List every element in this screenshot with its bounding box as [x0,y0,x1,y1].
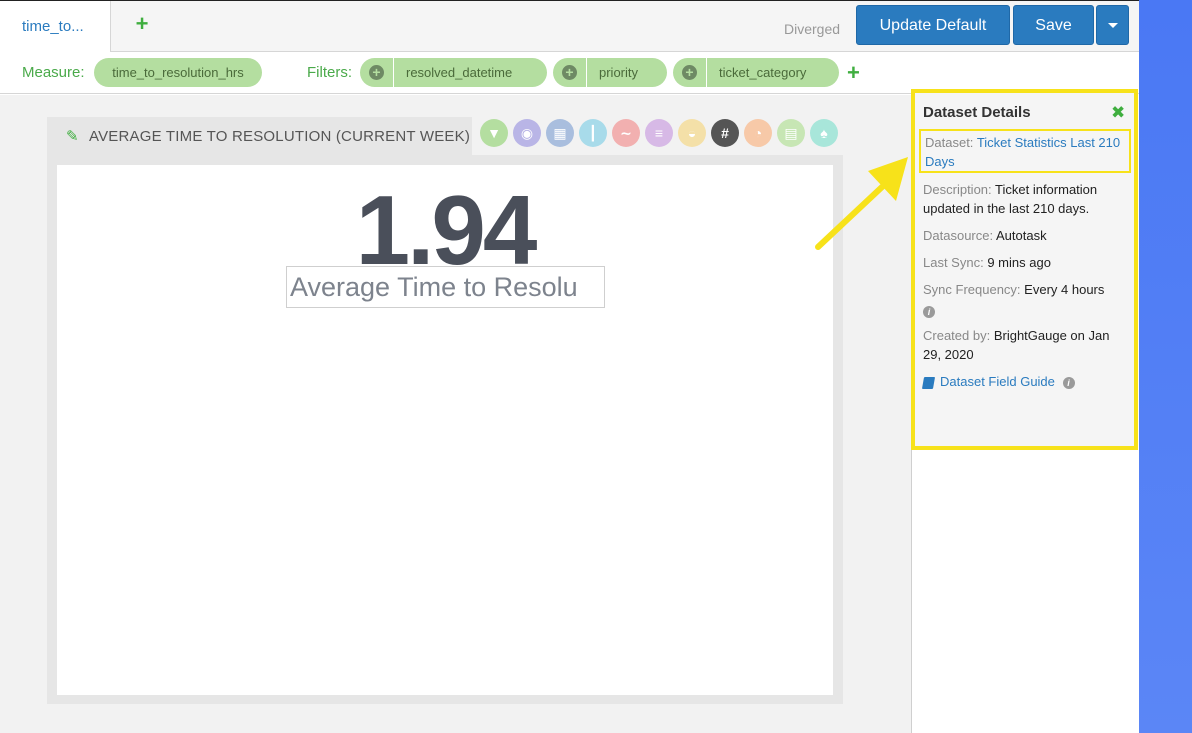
info-icon[interactable]: i [1062,376,1075,389]
pencil-icon[interactable]: ✎ [66,117,79,157]
dataset-details-title: Dataset Details [923,104,1031,121]
filter-pill-priority[interactable]: + priority [553,58,667,87]
save-button[interactable]: Save [1013,5,1094,45]
update-default-button[interactable]: Update Default [856,5,1010,45]
widget-title: AVERAGE TIME TO RESOLUTION (CURRENT WEEK… [89,128,471,145]
filter-pill-label: resolved_datetime [406,65,513,80]
widget-canvas: ✎ AVERAGE TIME TO RESOLUTION (CURRENT WE… [0,95,912,733]
camera-viz-icon[interactable]: ◉ [513,119,541,147]
filter-add-icon[interactable]: + [553,58,587,87]
widget-title-tab[interactable]: ✎ AVERAGE TIME TO RESOLUTION (CURRENT WE… [47,117,472,157]
diverged-status: Diverged [784,21,841,37]
list-viz-icon[interactable]: ≡ [645,119,673,147]
close-icon[interactable]: ✖ [1111,104,1125,121]
sync-frequency-value: Every 4 hours [1024,282,1105,297]
description-row: Description: Ticket information updated … [923,180,1129,218]
last-sync-row: Last Sync: 9 mins ago [923,253,1129,272]
tab-time-to-resolution[interactable]: time_to... [0,1,111,52]
info-icon[interactable]: i [923,305,935,318]
bar-viz-icon[interactable]: ┃ [579,119,607,147]
caret-down-icon [1107,23,1118,29]
highlight-arrow [815,157,908,250]
add-tab-icon[interactable]: + [133,13,151,35]
app-window: time_to... + Diverged Update Default Sav… [0,0,1139,733]
last-sync-key: Last Sync: [923,255,984,270]
last-sync-value: 9 mins ago [987,255,1051,270]
datasource-key: Datasource: [923,228,994,243]
dataset-field-guide-link[interactable]: Dataset Field Guide [940,374,1055,389]
filter-pill-resolved-datetime[interactable]: + resolved_datetime [360,58,547,87]
sync-frequency-key: Sync Frequency: [923,282,1021,297]
dataset-key: Dataset: [925,135,974,150]
dataset-details-panel: Dataset Details ✖ Dataset: Ticket Statis… [911,89,1138,450]
filter-add-icon[interactable]: + [673,58,707,87]
created-by-key: Created by: [923,328,991,343]
save-dropdown-button[interactable] [1096,5,1129,45]
filters-label: Filters: [307,64,352,81]
created-by-row: Created by: BrightGauge on Jan 29, 2020 [923,326,1129,364]
desktop-background [1139,0,1192,733]
measure-pill[interactable]: time_to_resolution_hrs [94,58,262,87]
gauge-viz-icon[interactable]: ◒ [678,119,706,147]
widget-frame: 1.94 Average Time to Resolu [47,155,843,704]
filter-pill-label: ticket_category [719,65,807,80]
measure-label: Measure: [22,64,85,81]
measure-filter-bar: Measure: time_to_resolution_hrs Filters:… [0,52,1139,94]
sync-frequency-row: Sync Frequency: Every 4 hours i [923,280,1129,320]
field-guide-row: Dataset Field Guide i [921,372,1129,391]
speedometer-viz-icon[interactable]: ◔ [744,119,772,147]
table-viz-icon[interactable]: ▦ [546,119,574,147]
datasource-row: Datasource: Autotask [923,226,1129,245]
trophy-viz-icon[interactable]: ♠ [810,119,838,147]
widget-body: 1.94 Average Time to Resolu [57,165,833,695]
number-viz-icon[interactable]: # [711,119,739,147]
filter-pill-ticket-category[interactable]: + ticket_category [673,58,839,87]
metric-caption-input[interactable]: Average Time to Resolu [286,266,605,308]
filter-pill-label: priority [599,65,639,80]
datasource-value: Autotask [996,228,1047,243]
description-key: Description: [923,182,992,197]
add-filter-icon[interactable]: + [847,62,860,84]
visualization-type-icons: ▼ ◉ ▦ ┃ ∼ ≡ ◒ # ◔ ▤ ♠ [480,119,840,147]
filter-add-icon[interactable]: + [360,58,394,87]
book-icon [921,376,936,389]
funnel-viz-icon[interactable]: ▼ [480,119,508,147]
line-viz-icon[interactable]: ∼ [612,119,640,147]
card-viz-icon[interactable]: ▤ [777,119,805,147]
dataset-row: Dataset: Ticket Statistics Last 210 Days [919,129,1131,173]
tab-bar: time_to... + Diverged Update Default Sav… [0,1,1139,52]
